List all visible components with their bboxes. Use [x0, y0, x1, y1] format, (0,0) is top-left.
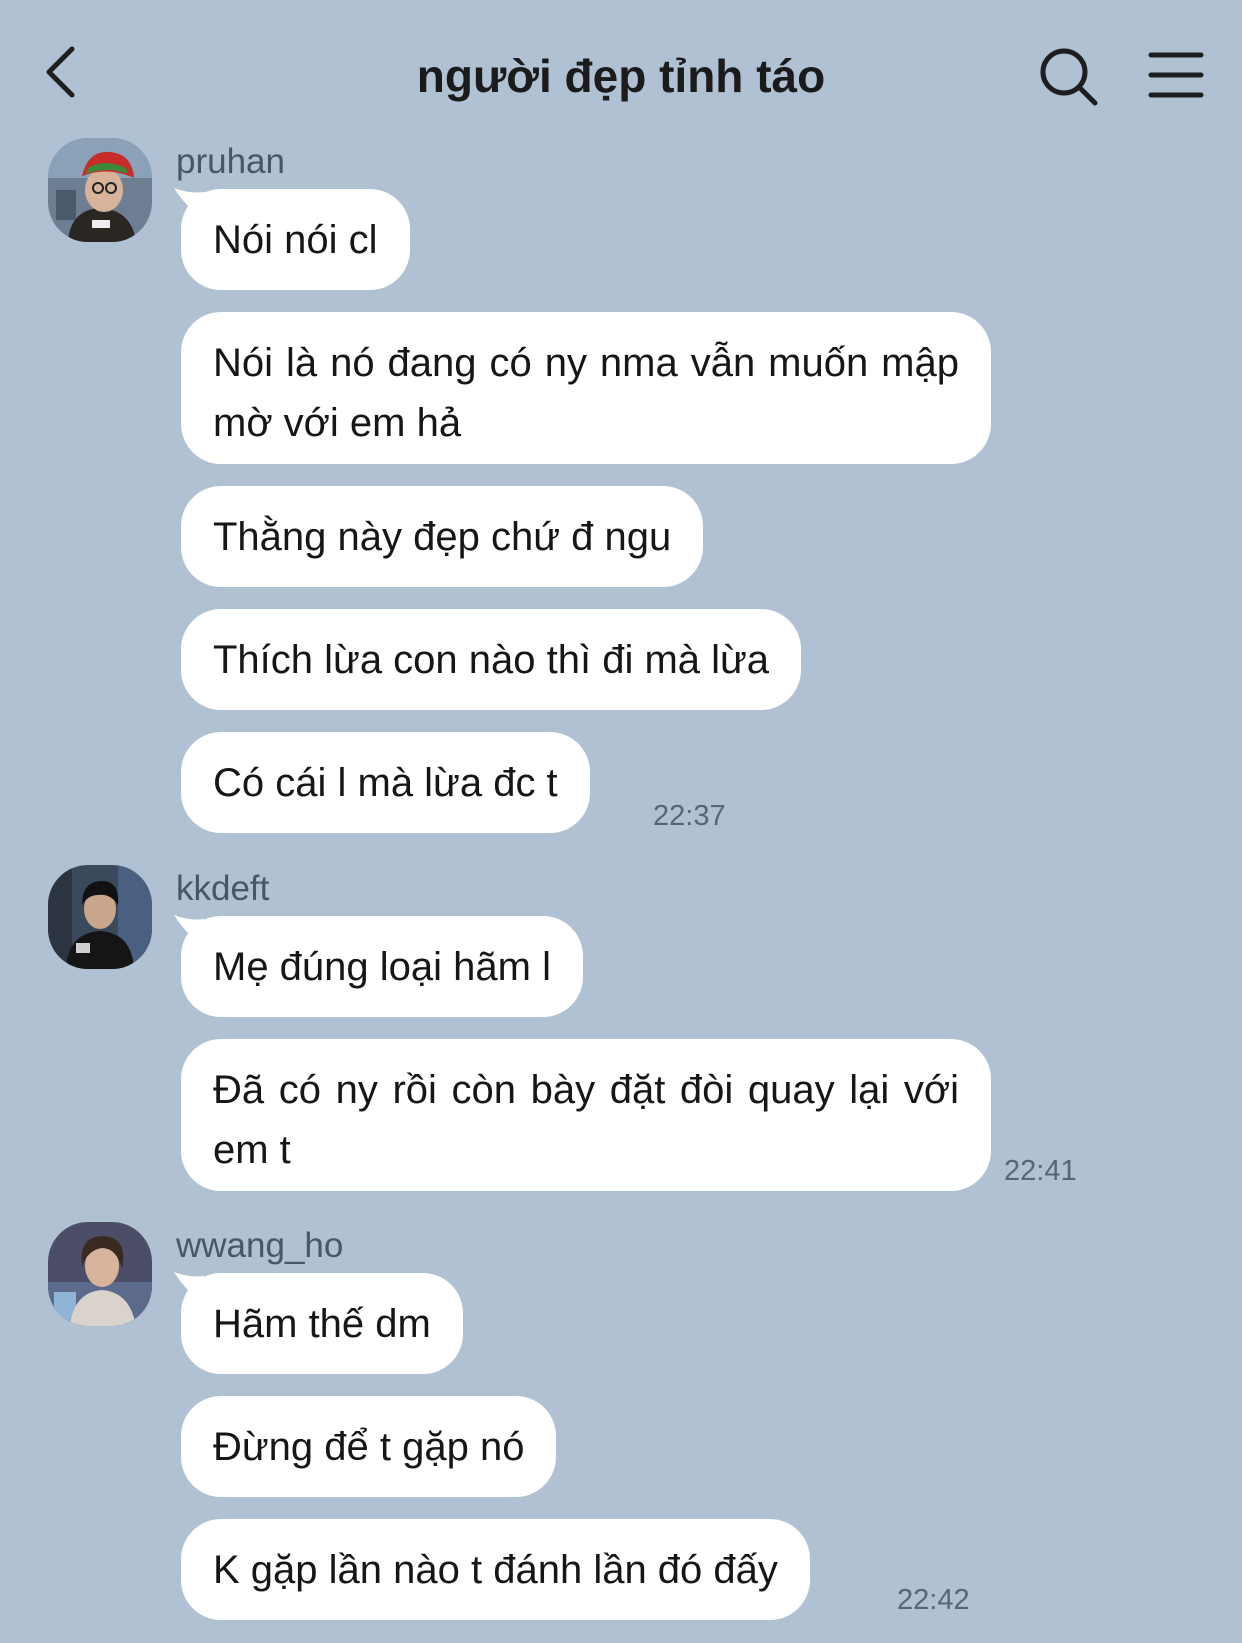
message-bubble[interactable]: Thằng này đẹp chứ đ ngu: [181, 486, 704, 587]
message-bubble[interactable]: Nói nói cl: [181, 189, 410, 290]
message-bubble[interactable]: K gặp lần nào t đánh lần đó đấy: [181, 1519, 810, 1620]
hamburger-menu-icon[interactable]: [1148, 50, 1204, 100]
search-icon[interactable]: [1038, 46, 1100, 108]
message-bubble[interactable]: Đừng để t gặp nó: [181, 1396, 557, 1497]
sender-name: wwang_ho: [176, 1226, 344, 1265]
message-bubble[interactable]: Hãm thế dm: [181, 1273, 463, 1374]
avatar-image: [48, 1222, 152, 1326]
message-bubble[interactable]: Thích lừa con nào thì đi mà lừa: [181, 609, 802, 710]
avatar-pruhan[interactable]: [48, 138, 152, 242]
message-bubble[interactable]: Có cái l mà lừa đc t: [181, 732, 590, 833]
timestamp: 22:42: [897, 1584, 970, 1616]
chat-header: người đẹp tỉnh táo: [0, 0, 1242, 140]
message-bubble[interactable]: Mẹ đúng loại hãm l: [181, 916, 583, 1017]
avatar-image: [48, 865, 152, 969]
timestamp: 22:37: [653, 800, 726, 832]
avatar-wwang-ho[interactable]: [48, 1222, 152, 1326]
sender-name: kkdeft: [176, 869, 270, 908]
message-bubble[interactable]: Nói là nó đang có ny nma vẫn muốn mập mờ…: [181, 312, 991, 464]
avatar-image: [48, 138, 152, 242]
sender-name: pruhan: [176, 142, 285, 181]
message-bubble[interactable]: Đã có ny rồi còn bày đặt đòi quay lại vớ…: [181, 1039, 991, 1191]
timestamp: 22:41: [1004, 1155, 1077, 1187]
avatar-kkdeft[interactable]: [48, 865, 152, 969]
